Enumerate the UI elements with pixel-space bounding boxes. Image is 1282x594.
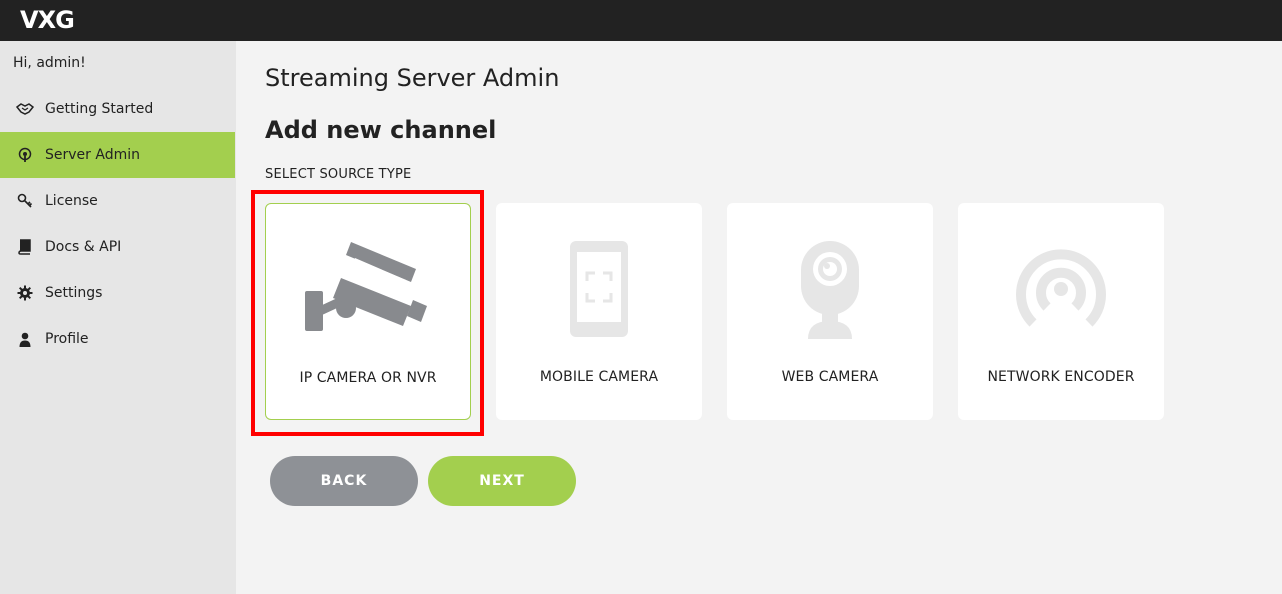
greeting-text: Hi, admin! [13,55,86,71]
page-title: Streaming Server Admin [265,64,560,92]
sidebar-item-license[interactable]: License [0,178,235,224]
book-icon [16,238,34,256]
sidebar-item-label: Server Admin [45,147,140,163]
network-encoder-icon [958,235,1164,345]
sidebar-item-label: License [45,193,98,209]
vxg-logo[interactable]: VXG [20,6,75,34]
source-card-network-encoder[interactable]: NETWORK ENCODER [958,203,1164,420]
source-card-mobile-camera[interactable]: MOBILE CAMERA [496,203,702,420]
sidebar-item-docs-api[interactable]: Docs & API [0,224,235,270]
select-source-type-label: SELECT SOURCE TYPE [265,167,412,182]
source-card-ip-camera[interactable]: IP CAMERA OR NVR [265,203,471,420]
key-icon [16,192,34,210]
sidebar-item-getting-started[interactable]: Getting Started [0,86,235,132]
section-title: Add new channel [265,116,497,144]
sidebar-item-settings[interactable]: Settings [0,270,235,316]
top-bar: VXG [0,0,1282,41]
source-card-label: WEB CAMERA [781,369,879,385]
cctv-camera-icon [266,236,470,346]
sidebar-item-label: Profile [45,331,89,347]
user-icon [16,330,34,348]
sidebar: Hi, admin! Getting Started Server Admin … [0,41,236,594]
sidebar-item-server-admin[interactable]: Server Admin [0,132,235,178]
next-button[interactable]: NEXT [428,456,576,506]
sidebar-item-label: Getting Started [45,101,154,117]
gear-icon [16,284,34,302]
source-card-label: IP CAMERA OR NVR [299,370,437,386]
sidebar-item-profile[interactable]: Profile [0,316,235,362]
source-card-label: MOBILE CAMERA [539,369,659,385]
broadcast-icon [16,146,34,164]
source-card-label: NETWORK ENCODER [987,369,1135,385]
smartphone-icon [496,235,702,345]
sidebar-item-label: Settings [45,285,103,301]
source-card-web-camera[interactable]: WEB CAMERA [727,203,933,420]
handshake-icon [16,100,34,118]
sidebar-item-label: Docs & API [45,239,122,255]
webcam-icon [727,235,933,345]
back-button[interactable]: BACK [270,456,418,506]
